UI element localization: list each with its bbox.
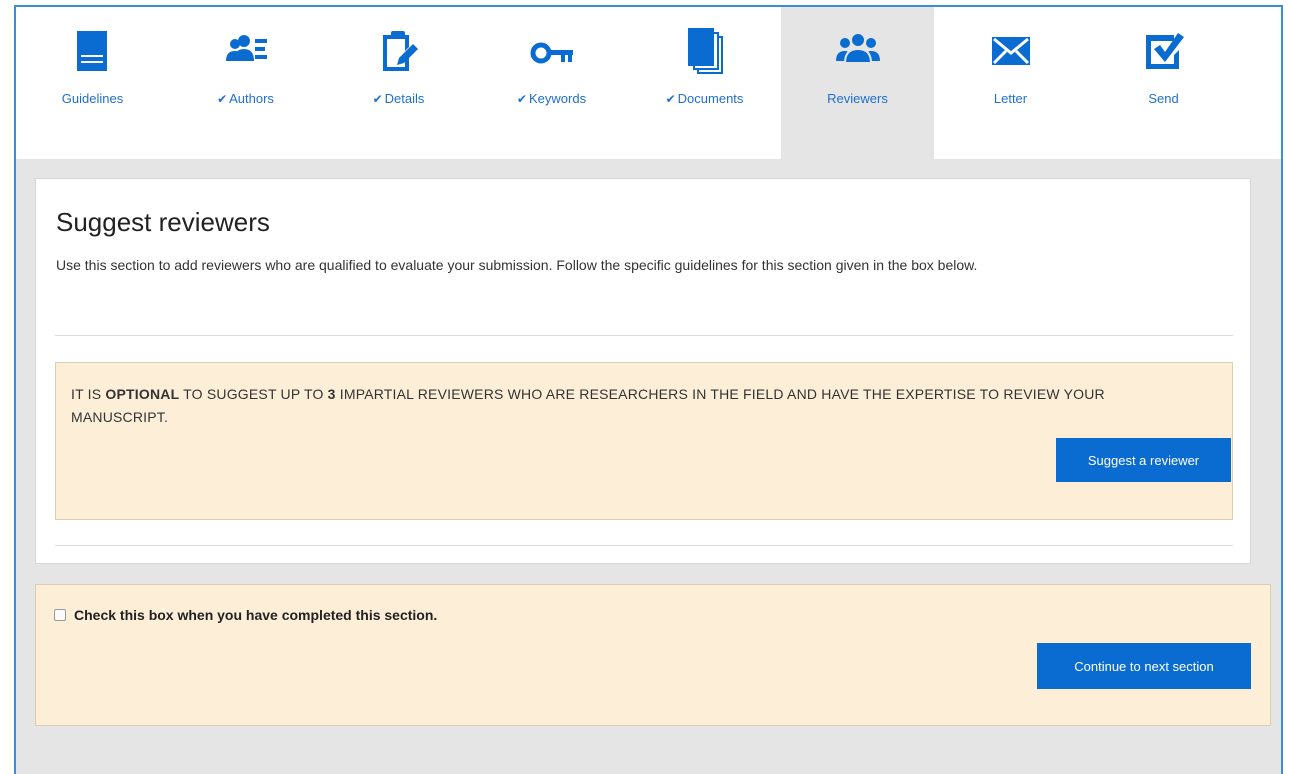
tab-label: Keywords	[528, 91, 587, 106]
completion-checkbox[interactable]	[54, 609, 66, 621]
section-intro: Use this section to add reviewers who ar…	[56, 257, 978, 273]
tab-label: Guidelines	[61, 91, 124, 106]
completion-box: Check this box when you have completed t…	[35, 584, 1271, 726]
tab-details[interactable]: ✔ Details	[322, 7, 475, 159]
step-tabs: Guidelines ✔ Authors ✔ Details ✔ Keyword…	[16, 7, 1281, 159]
check-icon: ✔	[372, 92, 383, 106]
tab-label: Send	[1148, 91, 1179, 106]
tab-authors[interactable]: ✔ Authors	[169, 7, 322, 159]
completion-checkbox-label[interactable]: Check this box when you have completed t…	[74, 607, 437, 623]
check-icon: ✔	[217, 92, 228, 106]
notice-text: IT IS OPTIONAL TO SUGGEST UP TO 3 IMPART…	[71, 386, 1105, 425]
tab-label: Authors	[229, 91, 274, 106]
tab-label: Documents	[677, 91, 744, 106]
authors-list-icon	[222, 27, 270, 75]
checkbox-edit-icon	[1140, 27, 1188, 75]
check-icon: ✔	[516, 92, 527, 106]
submission-frame: Guidelines ✔ Authors ✔ Details ✔ Keyword…	[14, 5, 1283, 774]
continue-button[interactable]: Continue to next section	[1037, 643, 1251, 689]
tab-guidelines[interactable]: Guidelines	[16, 7, 169, 159]
clipboard-edit-icon	[375, 27, 423, 75]
key-icon	[528, 27, 576, 75]
reviewers-panel: Suggest reviewers Use this section to ad…	[35, 178, 1251, 564]
divider	[55, 545, 1233, 546]
tab-letter[interactable]: Letter	[934, 7, 1087, 159]
completion-checkbox-row: Check this box when you have completed t…	[54, 607, 437, 623]
reviewer-guidelines-notice: IT IS OPTIONAL TO SUGGEST UP TO 3 IMPART…	[55, 362, 1233, 520]
suggest-reviewer-button[interactable]: Suggest a reviewer	[1056, 438, 1231, 482]
check-icon: ✔	[665, 92, 676, 106]
tab-label: Details	[384, 91, 425, 106]
envelope-icon	[987, 27, 1035, 75]
tab-label: Letter	[993, 91, 1028, 106]
users-group-icon	[834, 27, 882, 75]
page-title: Suggest reviewers	[56, 207, 270, 237]
documents-stack-icon	[681, 27, 729, 75]
book-icon	[69, 27, 117, 75]
tab-reviewers[interactable]: Reviewers	[781, 7, 934, 159]
tab-documents[interactable]: ✔ Documents	[628, 7, 781, 159]
tab-send[interactable]: Send	[1087, 7, 1240, 159]
divider	[55, 335, 1233, 336]
tab-keywords[interactable]: ✔ Keywords	[475, 7, 628, 159]
tab-label: Reviewers	[827, 91, 888, 106]
